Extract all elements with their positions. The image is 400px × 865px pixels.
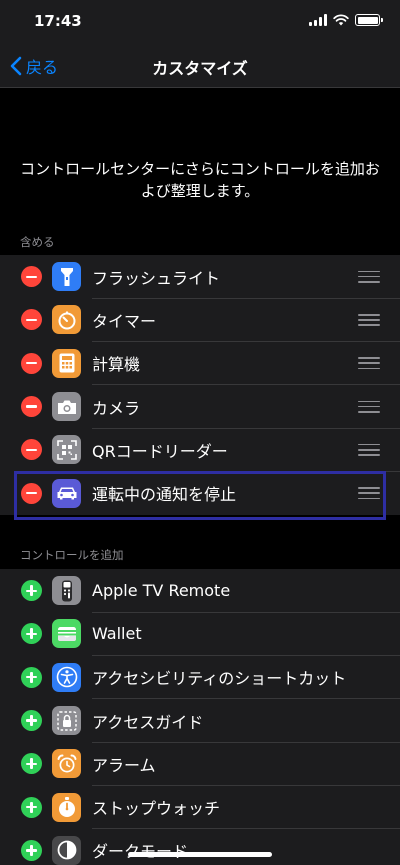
flashlight-icon xyxy=(52,262,81,292)
add-button[interactable] xyxy=(21,796,42,818)
dark-mode-icon xyxy=(52,835,81,865)
remove-button[interactable] xyxy=(21,266,42,288)
included-list: フラッシュライト タイマー 計算機 カメラ QRコードリーダー 運転中の通知を停… xyxy=(0,255,400,515)
reorder-handle-icon[interactable] xyxy=(358,313,380,326)
camera-icon xyxy=(52,392,81,422)
control-label: 計算機 xyxy=(92,355,141,375)
qr-code-icon xyxy=(52,435,81,465)
control-label: フラッシュライト xyxy=(92,268,221,288)
control-label: Apple TV Remote xyxy=(92,581,231,601)
reorder-handle-icon[interactable] xyxy=(358,270,380,283)
description-text: コントロールセンターにさらにコントロールを追加および整理します。 xyxy=(20,160,380,200)
control-label: アラーム xyxy=(92,755,156,775)
remove-button[interactable] xyxy=(21,439,42,461)
remove-button[interactable] xyxy=(21,352,42,374)
alarm-icon xyxy=(52,749,81,779)
control-row-timer: タイマー xyxy=(0,298,400,342)
add-button[interactable] xyxy=(21,710,42,732)
stopwatch-icon xyxy=(52,792,81,822)
control-label: QRコードリーダー xyxy=(92,441,228,461)
status-bar: 17:43 xyxy=(0,0,400,44)
control-row-calculator: 計算機 xyxy=(0,342,400,385)
control-row-accessibility-shortcut: アクセシビリティのショートカット xyxy=(0,656,400,699)
reorder-handle-icon[interactable] xyxy=(358,357,380,370)
control-label: Wallet xyxy=(92,624,142,644)
lock-icon xyxy=(52,706,81,736)
battery-icon xyxy=(355,14,383,26)
car-icon xyxy=(52,478,81,508)
control-label: タイマー xyxy=(92,311,157,331)
wifi-icon xyxy=(333,14,349,26)
control-row-stopwatch: ストップウォッチ xyxy=(0,785,400,829)
reorder-handle-icon[interactable] xyxy=(358,487,380,500)
section-header-more-controls: コントロールを追加 xyxy=(20,548,124,562)
reorder-handle-icon[interactable] xyxy=(358,443,380,456)
remove-button[interactable] xyxy=(21,482,42,504)
control-row-alarm: アラーム xyxy=(0,742,400,786)
control-row-do-not-disturb-driving: 運転中の通知を停止 xyxy=(0,471,400,514)
page-title: カスタマイズ xyxy=(152,59,248,78)
control-label: アクセスガイド xyxy=(92,712,204,732)
more-controls-list: Apple TV Remote Wallet アクセシビリティのショートカット … xyxy=(0,569,400,865)
navigation-bar: 戻る カスタマイズ xyxy=(0,44,400,88)
control-row-flashlight: フラッシュライト xyxy=(0,255,400,299)
reorder-handle-icon[interactable] xyxy=(358,400,380,413)
status-icons xyxy=(309,14,383,26)
control-row-camera: カメラ xyxy=(0,385,400,429)
control-label: ストップウォッチ xyxy=(92,799,221,819)
add-button[interactable] xyxy=(21,839,42,861)
add-button[interactable] xyxy=(21,623,42,645)
remove-button[interactable] xyxy=(21,396,42,418)
timer-icon xyxy=(52,305,81,335)
add-button[interactable] xyxy=(21,666,42,688)
control-row-wallet: Wallet xyxy=(0,612,400,656)
control-label: アクセシビリティのショートカット xyxy=(92,669,347,689)
cellular-signal-icon xyxy=(309,14,327,26)
status-time: 17:43 xyxy=(34,12,82,30)
calculator-icon xyxy=(52,348,81,378)
remove-button[interactable] xyxy=(21,309,42,331)
wallet-icon xyxy=(52,619,81,649)
add-button[interactable] xyxy=(21,753,42,775)
control-row-qr-reader: QRコードリーダー xyxy=(0,428,400,472)
add-button[interactable] xyxy=(21,580,42,602)
accessibility-icon xyxy=(52,662,81,692)
control-row-dark-mode: ダークモード xyxy=(0,829,400,865)
control-row-apple-tv-remote: Apple TV Remote xyxy=(0,569,400,613)
control-label: ダークモード xyxy=(92,838,188,862)
control-row-guided-access: アクセスガイド xyxy=(0,699,400,743)
control-label: カメラ xyxy=(92,398,141,418)
control-label: 運転中の通知を停止 xyxy=(92,485,237,505)
tv-remote-icon xyxy=(52,576,81,606)
section-header-included: 含める xyxy=(20,235,55,249)
home-indicator[interactable] xyxy=(128,852,272,857)
